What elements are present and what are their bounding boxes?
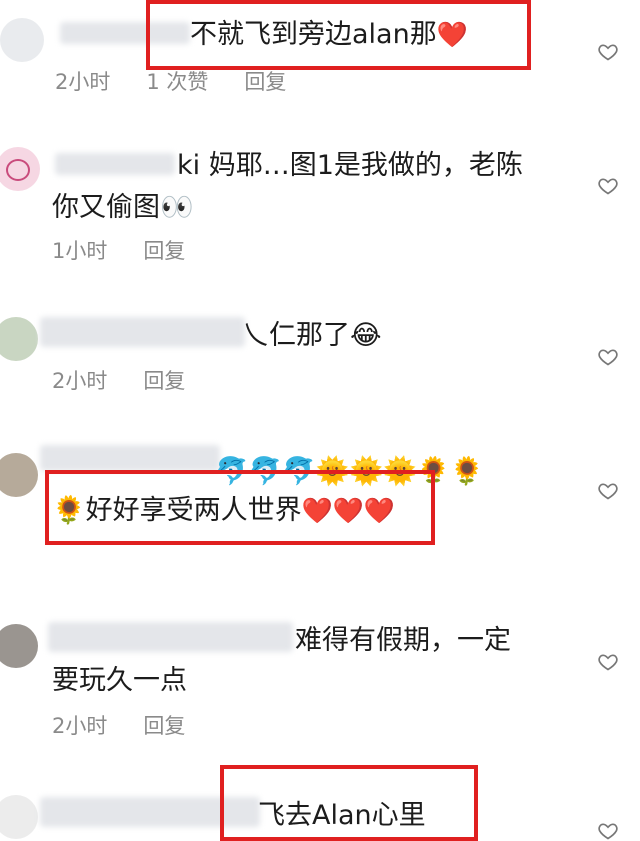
heart-outline-icon[interactable] [598, 481, 618, 501]
reply-button[interactable]: 回复 [244, 70, 286, 94]
comment-5: 难得有假期，一定 要玩久一点 2小时 回复 [0, 612, 640, 752]
comment-3: 乀仁那了😂 2小时 回复 [0, 305, 640, 415]
username-blurred [40, 317, 245, 347]
heart-outline-icon[interactable] [598, 42, 618, 62]
heart-outline-icon[interactable] [598, 652, 618, 672]
avatar[interactable] [0, 624, 38, 668]
avatar[interactable] [0, 147, 40, 191]
comment-2: ki 妈耶…图1是我做的，老陈 你又偷图👀 1小时 回复 [0, 135, 640, 275]
highlight-box [146, 0, 531, 70]
heart-outline-icon[interactable] [598, 176, 618, 196]
heart-outline-icon[interactable] [598, 821, 618, 841]
highlight-box [45, 470, 435, 545]
comment-text: 乀仁那了😂 [242, 320, 382, 351]
reply-button[interactable]: 回复 [143, 369, 185, 393]
comment-meta: 2小时 回复 [52, 712, 221, 740]
reply-button[interactable]: 回复 [143, 239, 185, 263]
laughing-emoji: 😂 [350, 320, 382, 351]
timestamp: 2小时 [52, 714, 108, 738]
comment-text-line-2: 你又偷图👀 [52, 192, 194, 223]
comment-text-line-2: 要玩久一点 [52, 665, 187, 696]
comment-meta: 1小时 回复 [52, 237, 221, 265]
username-blurred [48, 622, 293, 652]
timestamp: 2小时 [55, 70, 111, 94]
heart-outline-icon[interactable] [598, 347, 618, 367]
eyes-emoji: 👀 [160, 192, 194, 223]
highlight-box [220, 765, 478, 841]
avatar[interactable] [0, 795, 38, 839]
like-count[interactable]: 1 次赞 [146, 70, 208, 94]
username-blurred [40, 445, 220, 471]
avatar[interactable] [0, 453, 38, 497]
comment-text-line-1: 难得有假期，一定 [295, 625, 511, 656]
reply-button[interactable]: 回复 [143, 714, 185, 738]
timestamp: 2小时 [52, 369, 108, 393]
comment-meta: 2小时 1 次赞 回复 [55, 68, 322, 96]
avatar[interactable] [0, 18, 44, 62]
comment-meta: 2小时 回复 [52, 367, 221, 395]
avatar[interactable] [0, 317, 38, 361]
timestamp: 1小时 [52, 239, 108, 263]
comment-text-line-1: ki 妈耶…图1是我做的，老陈 [177, 150, 523, 181]
